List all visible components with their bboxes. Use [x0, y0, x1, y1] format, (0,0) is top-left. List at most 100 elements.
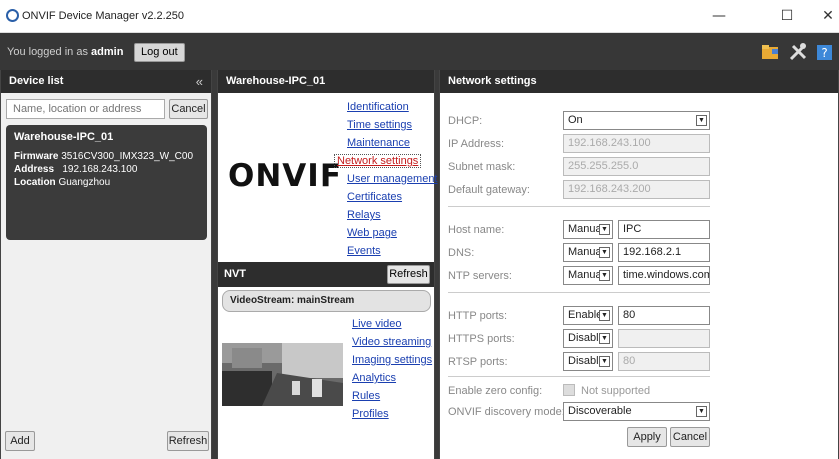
dhcp-select[interactable]: On ▼	[563, 111, 710, 130]
device-panel-header: Warehouse-IPC_01	[218, 70, 434, 93]
link-profiles[interactable]: Profiles	[352, 408, 389, 420]
divider	[448, 376, 710, 377]
video-stream-selector[interactable]: VideoStream: mainStream	[222, 290, 431, 312]
discovery-mode-value: Discoverable	[568, 405, 632, 417]
http-mode-select[interactable]: Enable ▼	[563, 306, 613, 325]
rtsp-mode-select[interactable]: Disable ▼	[563, 352, 613, 371]
link-live-video[interactable]: Live video	[352, 318, 402, 330]
zero-config-status: Not supported	[581, 385, 651, 397]
address-label: Address	[14, 164, 55, 175]
https-ports-label: HTTPS ports:	[448, 333, 515, 345]
close-button[interactable]: ✕	[817, 6, 839, 26]
dropdown-arrow-icon: ▼	[696, 115, 707, 126]
window-title: ONVIF Device Manager v2.2.250	[22, 10, 185, 22]
ntp-label: NTP servers:	[448, 270, 512, 282]
device-location-row: Location Guangzhou	[14, 176, 199, 189]
https-ports-field[interactable]	[618, 329, 710, 348]
dns-field[interactable]: 192.168.2.1	[618, 243, 710, 262]
ntp-mode-select[interactable]: Manual ▼	[563, 266, 613, 285]
rtsp-ports-field[interactable]: 80	[618, 352, 710, 371]
link-analytics[interactable]: Analytics	[352, 372, 396, 384]
collapse-icon[interactable]: «	[196, 70, 203, 93]
dns-label: DNS:	[448, 247, 475, 259]
link-maintenance[interactable]: Maintenance	[347, 137, 410, 149]
apply-button[interactable]: Apply	[627, 427, 667, 447]
device-firmware-row: Firmware 3516CV300_IMX323_W_C00	[14, 150, 199, 163]
video-thumbnail	[222, 343, 343, 406]
tools-icon[interactable]	[788, 42, 808, 62]
gateway-field[interactable]: 192.168.243.200	[563, 180, 710, 199]
app-window: ONVIF Device Manager v2.2.250 — ☐ ✕ You …	[0, 0, 839, 459]
device-search-input[interactable]	[6, 99, 165, 119]
dns-mode-select[interactable]: Manual ▼	[563, 243, 613, 262]
ip-address-field[interactable]: 192.168.243.100	[563, 134, 710, 153]
dropdown-arrow-icon: ▼	[599, 333, 610, 344]
link-certificates[interactable]: Certificates	[347, 191, 402, 203]
divider	[448, 292, 710, 293]
host-mode-select[interactable]: Manual ▼	[563, 220, 613, 239]
http-ports-label: HTTP ports:	[448, 310, 508, 322]
link-relays[interactable]: Relays	[347, 209, 381, 221]
nvt-title: NVT	[224, 268, 246, 280]
discovery-mode-label: ONVIF discovery mode:	[448, 406, 565, 418]
onvif-logo: ONVIF	[228, 158, 342, 194]
device-list-title: Device list	[9, 75, 64, 87]
login-username: admin	[91, 46, 124, 58]
host-name-label: Host name:	[448, 224, 505, 236]
device-address-row: Address 192.168.243.100	[14, 163, 199, 176]
dropdown-arrow-icon: ▼	[599, 270, 610, 281]
zero-config-checkbox[interactable]	[563, 384, 575, 396]
title-bar: ONVIF Device Manager v2.2.250 — ☐ ✕	[0, 0, 839, 33]
link-video-streaming[interactable]: Video streaming	[352, 336, 431, 348]
device-name: Warehouse-IPC_01	[14, 131, 114, 143]
cancel-button[interactable]: Cancel	[670, 427, 710, 447]
help-icon[interactable]: ?	[815, 42, 835, 62]
firmware-value: 3516CV300_IMX323_W_C00	[61, 151, 194, 162]
dropdown-arrow-icon: ▼	[599, 356, 610, 367]
logout-button[interactable]: Log out	[134, 43, 185, 62]
network-settings-header: Network settings	[440, 70, 838, 93]
folder-icon[interactable]	[760, 42, 780, 62]
add-device-button[interactable]: Add	[5, 431, 35, 451]
http-mode-value: Enable	[568, 309, 603, 321]
user-bar: You logged in as admin Log out ?	[0, 33, 839, 70]
http-ports-field[interactable]: 80	[618, 306, 710, 325]
zero-config-label: Enable zero config:	[448, 385, 543, 397]
device-panel: Warehouse-IPC_01 ONVIF Identification Ti…	[217, 70, 438, 459]
https-mode-select[interactable]: Disable ▼	[563, 329, 613, 348]
link-time-settings[interactable]: Time settings	[347, 119, 412, 131]
address-value: 192.168.243.100	[62, 164, 138, 175]
link-identification[interactable]: Identification	[347, 101, 409, 113]
ntp-servers-field[interactable]: time.windows.com	[618, 266, 710, 285]
device-card[interactable]: Warehouse-IPC_01 Firmware 3516CV300_IMX3…	[6, 125, 207, 240]
host-name-field[interactable]: IPC	[618, 220, 710, 239]
rtsp-ports-label: RTSP ports:	[448, 356, 508, 368]
app-logo-icon	[6, 9, 19, 22]
dhcp-label: DHCP:	[448, 115, 483, 127]
nvt-header: NVT Refresh	[218, 262, 434, 287]
svg-text:?: ?	[821, 46, 827, 60]
dhcp-value: On	[568, 114, 583, 126]
network-settings-panel: Network settings DHCP: On ▼ IP Address: 1…	[439, 70, 839, 459]
firmware-label: Firmware	[14, 151, 59, 162]
link-web-page[interactable]: Web page	[347, 227, 397, 239]
dropdown-arrow-icon: ▼	[599, 224, 610, 235]
maximize-button[interactable]: ☐	[776, 6, 798, 26]
location-value: Guangzhou	[58, 177, 111, 188]
divider	[448, 206, 710, 207]
minimize-button[interactable]: —	[708, 6, 730, 26]
subnet-mask-field[interactable]: 255.255.255.0	[563, 157, 710, 176]
dropdown-arrow-icon: ▼	[696, 406, 707, 417]
dropdown-arrow-icon: ▼	[599, 310, 610, 321]
search-cancel-button[interactable]: Cancel	[169, 99, 208, 119]
link-rules[interactable]: Rules	[352, 390, 380, 402]
link-imaging-settings[interactable]: Imaging settings	[352, 354, 432, 366]
link-events[interactable]: Events	[347, 245, 381, 257]
nvt-refresh-button[interactable]: Refresh	[387, 265, 430, 284]
link-network-settings[interactable]: Network settings	[334, 154, 422, 168]
link-user-management[interactable]: User management	[347, 173, 438, 185]
discovery-mode-select[interactable]: Discoverable ▼	[563, 402, 710, 421]
refresh-devices-button[interactable]: Refresh	[167, 431, 209, 451]
subnet-label: Subnet mask:	[448, 161, 516, 173]
device-list-header: Device list «	[1, 70, 211, 93]
